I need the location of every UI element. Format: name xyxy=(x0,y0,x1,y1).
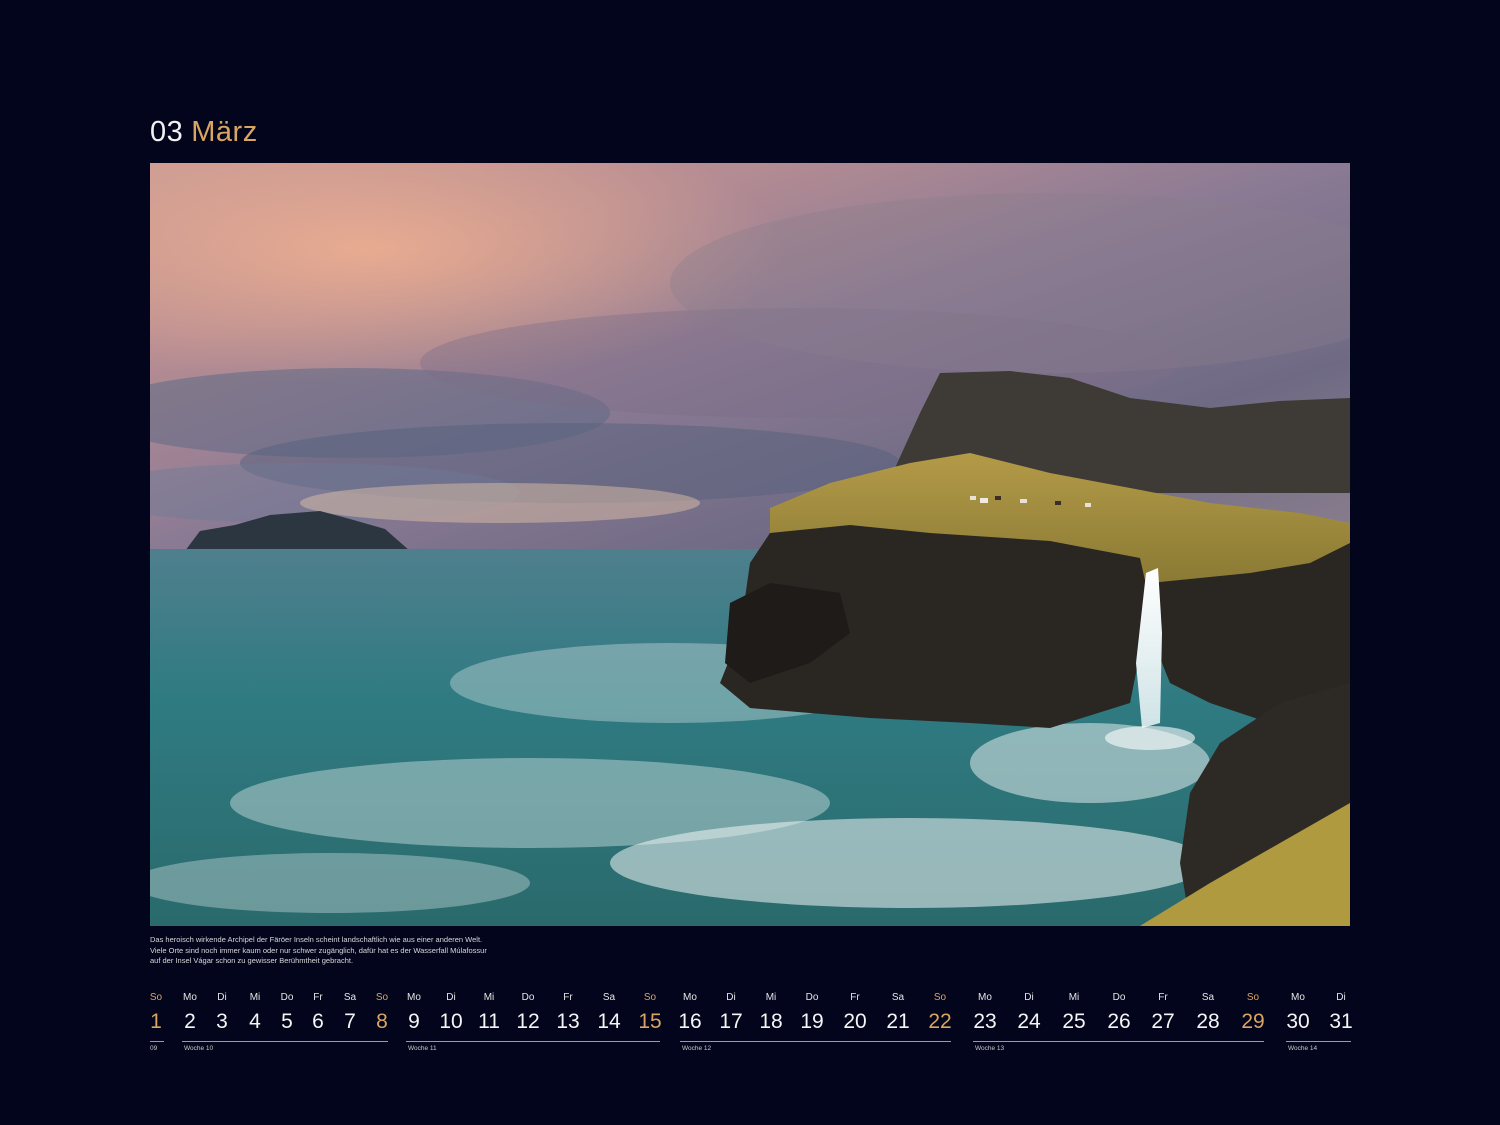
day-number: 14 xyxy=(597,1010,621,1033)
calendar-day: Di 10 xyxy=(431,992,471,1036)
calendar-day: So 22 xyxy=(920,992,960,1036)
weekday-label: Di xyxy=(446,992,456,1003)
calendar-day: Mo 23 xyxy=(965,992,1005,1036)
weekday-label: Fr xyxy=(563,992,573,1003)
day-number: 30 xyxy=(1286,1010,1310,1033)
calendar-day: Mo 9 xyxy=(394,992,434,1036)
day-number: 31 xyxy=(1329,1010,1353,1033)
month-title: 03 März xyxy=(150,116,258,149)
calendar-day: Mi 25 xyxy=(1054,992,1094,1036)
landscape-photo xyxy=(150,163,1350,926)
month-name: März xyxy=(191,116,258,148)
calendar-day: Sa 28 xyxy=(1188,992,1228,1036)
calendar-day: Fr 27 xyxy=(1143,992,1183,1036)
day-number: 18 xyxy=(759,1010,783,1033)
calendar-day: Mi 11 xyxy=(469,992,509,1036)
calendar-day: Do 26 xyxy=(1099,992,1139,1036)
week-label: 09 xyxy=(150,1045,158,1052)
weekday-label: Mi xyxy=(765,992,777,1003)
day-number: 27 xyxy=(1151,1010,1175,1033)
week-label: Woche 10 xyxy=(184,1045,214,1052)
week-label: Woche 11 xyxy=(408,1045,437,1052)
weekday-label: Sa xyxy=(602,992,616,1003)
day-number: 9 xyxy=(408,1010,420,1033)
day-number: 26 xyxy=(1107,1010,1131,1033)
day-number: 22 xyxy=(928,1010,952,1033)
weekday-label: So xyxy=(933,992,947,1003)
calendar-day: Sa 14 xyxy=(589,992,629,1036)
week-label: Woche 14 xyxy=(1288,1045,1318,1052)
weekday-label: Fr xyxy=(850,992,860,1003)
calendar-day: Sa 21 xyxy=(878,992,918,1036)
weekday-label: Do xyxy=(1112,992,1126,1003)
day-number: 29 xyxy=(1241,1010,1265,1033)
photo-illustration xyxy=(150,163,1350,926)
weekday-label: Sa xyxy=(891,992,905,1003)
weekday-label: Mi xyxy=(483,992,495,1003)
calendar-day: Mo 30 xyxy=(1278,992,1318,1036)
day-number: 19 xyxy=(800,1010,824,1033)
week-label: Woche 13 xyxy=(975,1045,1005,1052)
weekday-label: Di xyxy=(726,992,736,1003)
weekday-label: Mi xyxy=(1068,992,1080,1003)
calendar-day: Mi 18 xyxy=(751,992,791,1036)
calendar-day: Do 12 xyxy=(508,992,548,1036)
calendar-day: Mo 16 xyxy=(670,992,710,1036)
weekday-label: So xyxy=(1246,992,1260,1003)
week-divider xyxy=(182,1041,388,1042)
weekday-label: Mo xyxy=(407,992,421,1003)
day-number: 23 xyxy=(973,1010,997,1033)
weekday-label: Do xyxy=(805,992,819,1003)
month-number: 03 xyxy=(150,116,184,148)
day-number: 16 xyxy=(678,1010,702,1033)
weekday-label: Do xyxy=(521,992,535,1003)
day-number: 25 xyxy=(1062,1010,1086,1033)
week-divider xyxy=(150,1041,164,1042)
calendar-day: Di 24 xyxy=(1009,992,1049,1036)
calendar-day: So 15 xyxy=(630,992,670,1036)
day-number: 24 xyxy=(1017,1010,1041,1033)
day-number: 13 xyxy=(556,1010,580,1033)
calendar-day: So 29 xyxy=(1233,992,1273,1036)
weekday-label: Di xyxy=(1024,992,1034,1003)
weekday-label: Mo xyxy=(1291,992,1305,1003)
day-number: 15 xyxy=(638,1010,662,1033)
calendar-day: Fr 20 xyxy=(835,992,875,1036)
week-divider xyxy=(1286,1041,1351,1042)
calendar-day: Fr 13 xyxy=(548,992,588,1036)
weekday-label: Mo xyxy=(978,992,992,1003)
weekday-label: Di xyxy=(1336,992,1346,1003)
day-number: 10 xyxy=(439,1010,463,1033)
weekday-label: Sa xyxy=(1201,992,1215,1003)
weekday-label: So xyxy=(643,992,657,1003)
calendar-day: Do 19 xyxy=(792,992,832,1036)
week-label: Woche 12 xyxy=(682,1045,712,1052)
weekday-label: Fr xyxy=(1158,992,1168,1003)
day-number: 12 xyxy=(516,1010,540,1033)
week-divider xyxy=(973,1041,1264,1042)
photo-caption: Das heroisch wirkende Archipel der Färöe… xyxy=(150,935,487,965)
calendar-day: Di 31 xyxy=(1321,992,1361,1036)
day-number: 20 xyxy=(843,1010,867,1033)
day-number: 11 xyxy=(478,1010,500,1033)
day-number: 28 xyxy=(1196,1010,1220,1033)
weekday-label: Mo xyxy=(683,992,697,1003)
day-number: 17 xyxy=(719,1010,743,1033)
calendar-day: Di 17 xyxy=(711,992,751,1036)
week-divider xyxy=(406,1041,660,1042)
day-number: 21 xyxy=(886,1010,910,1033)
week-divider xyxy=(680,1041,951,1042)
